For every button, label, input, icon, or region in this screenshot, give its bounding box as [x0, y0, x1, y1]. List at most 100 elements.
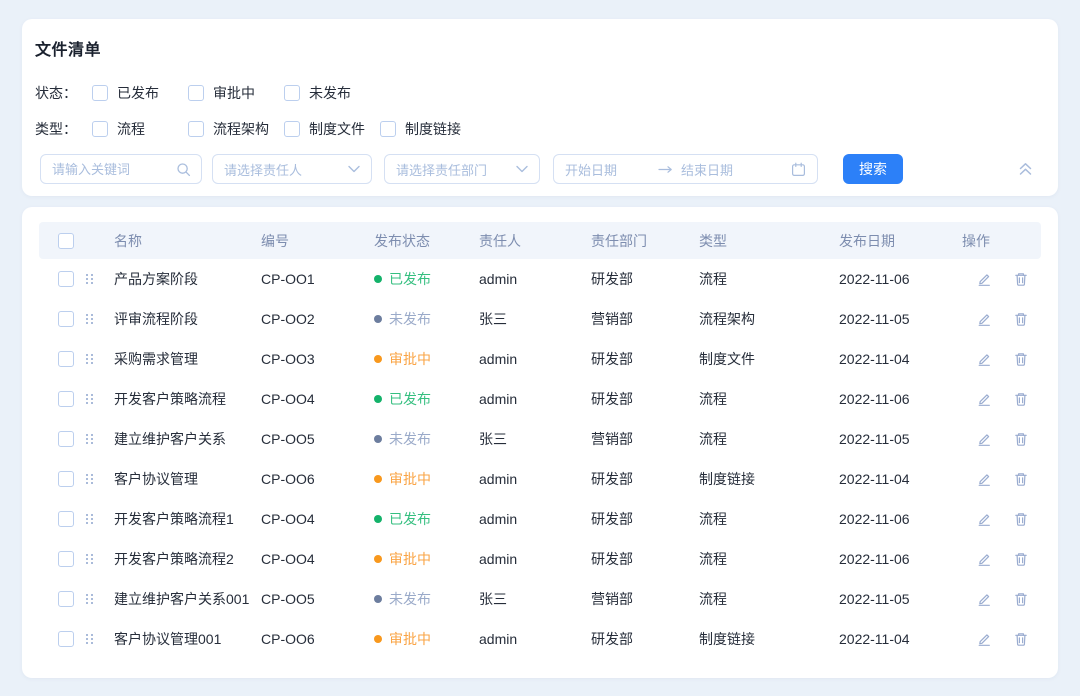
checkbox-label: 审批中: [213, 83, 255, 103]
trash-icon[interactable]: [1013, 311, 1029, 327]
cell-dept: 研发部: [591, 389, 699, 409]
trash-icon[interactable]: [1013, 551, 1029, 567]
chevron-down-icon: [348, 165, 360, 173]
cell-name: 客户协议管理: [114, 469, 261, 489]
status-checkbox-unpublished[interactable]: [284, 85, 300, 101]
row-checkbox[interactable]: [58, 591, 74, 607]
drag-handle-icon[interactable]: [86, 394, 94, 405]
cell-code: CP-OO1: [261, 271, 374, 287]
trash-icon[interactable]: [1013, 391, 1029, 407]
search-button[interactable]: 搜索: [843, 154, 903, 184]
dept-select-placeholder: 请选择责任部门: [396, 160, 487, 179]
row-checkbox[interactable]: [58, 631, 74, 647]
edit-icon[interactable]: [976, 431, 992, 447]
trash-icon[interactable]: [1013, 351, 1029, 367]
drag-handle-icon[interactable]: [86, 594, 94, 605]
cell-dept: 营销部: [591, 309, 699, 329]
cell-date: 2022-11-05: [839, 431, 962, 447]
checkbox-label: 已发布: [117, 83, 159, 103]
column-header-date: 发布日期: [839, 231, 962, 251]
drag-handle-icon[interactable]: [86, 474, 94, 485]
row-checkbox[interactable]: [58, 551, 74, 567]
type-checkbox-process-arch[interactable]: [188, 121, 204, 137]
search-icon: [176, 162, 191, 177]
type-option-policy-link[interactable]: 制度链接: [380, 119, 476, 139]
trash-icon[interactable]: [1013, 271, 1029, 287]
row-checkbox[interactable]: [58, 511, 74, 527]
drag-handle-icon[interactable]: [86, 314, 94, 325]
keyword-input[interactable]: [41, 162, 176, 177]
column-header-type: 类型: [699, 231, 839, 251]
table-row: 建立维护客户关系 CP-OO5 未发布 张三 营销部 流程 2022-11-05: [39, 419, 1041, 459]
status-badge: 未发布: [374, 429, 479, 449]
file-table-panel: 名称 编号 发布状态 责任人 责任部门 类型 发布日期 操作 产品方案阶段 CP…: [22, 207, 1058, 678]
row-checkbox[interactable]: [58, 431, 74, 447]
owner-select[interactable]: 请选择责任人: [212, 154, 372, 184]
collapse-icon[interactable]: [1018, 162, 1033, 176]
status-badge: 审批中: [374, 549, 479, 569]
cell-owner: 张三: [479, 589, 591, 609]
cell-owner: admin: [479, 391, 591, 407]
table-row: 产品方案阶段 CP-OO1 已发布 admin 研发部 流程 2022-11-0…: [39, 259, 1041, 299]
status-group-label: 状态：: [35, 83, 92, 103]
trash-icon[interactable]: [1013, 431, 1029, 447]
drag-handle-icon[interactable]: [86, 514, 94, 525]
edit-icon[interactable]: [976, 631, 992, 647]
trash-icon[interactable]: [1013, 591, 1029, 607]
type-checkbox-process[interactable]: [92, 121, 108, 137]
drag-handle-icon[interactable]: [86, 354, 94, 365]
column-header-owner: 责任人: [479, 231, 591, 251]
trash-icon[interactable]: [1013, 511, 1029, 527]
cell-name: 客户协议管理001: [114, 629, 261, 649]
status-dot: [374, 435, 382, 443]
drag-handle-icon[interactable]: [86, 634, 94, 645]
drag-handle-icon[interactable]: [86, 554, 94, 565]
cell-dept: 研发部: [591, 509, 699, 529]
edit-icon[interactable]: [976, 511, 992, 527]
type-option-process-arch[interactable]: 流程架构: [188, 119, 284, 139]
select-all-checkbox[interactable]: [58, 233, 74, 249]
date-range-picker[interactable]: 开始日期 结束日期: [553, 154, 818, 184]
row-checkbox[interactable]: [58, 351, 74, 367]
status-option-unpublished[interactable]: 未发布: [284, 83, 380, 103]
calendar-icon: [791, 162, 806, 177]
status-checkbox-approving[interactable]: [188, 85, 204, 101]
type-checkbox-policy-file[interactable]: [284, 121, 300, 137]
type-option-policy-file[interactable]: 制度文件: [284, 119, 380, 139]
checkbox-label: 流程架构: [213, 119, 269, 139]
type-checkbox-policy-link[interactable]: [380, 121, 396, 137]
cell-dept: 研发部: [591, 469, 699, 489]
cell-dept: 营销部: [591, 429, 699, 449]
type-option-process[interactable]: 流程: [92, 119, 188, 139]
status-option-approving[interactable]: 审批中: [188, 83, 284, 103]
status-dot: [374, 515, 382, 523]
status-badge: 审批中: [374, 349, 479, 369]
edit-icon[interactable]: [976, 591, 992, 607]
status-badge: 审批中: [374, 469, 479, 489]
dept-select[interactable]: 请选择责任部门: [384, 154, 540, 184]
cell-dept: 研发部: [591, 349, 699, 369]
cell-type: 流程: [699, 549, 839, 569]
edit-icon[interactable]: [976, 351, 992, 367]
status-option-published[interactable]: 已发布: [92, 83, 188, 103]
status-dot: [374, 275, 382, 283]
cell-name: 建立维护客户关系: [114, 429, 261, 449]
edit-icon[interactable]: [976, 271, 992, 287]
edit-icon[interactable]: [976, 471, 992, 487]
trash-icon[interactable]: [1013, 631, 1029, 647]
table-row: 开发客户策略流程2 CP-OO4 审批中 admin 研发部 流程 2022-1…: [39, 539, 1041, 579]
row-checkbox[interactable]: [58, 391, 74, 407]
edit-icon[interactable]: [976, 551, 992, 567]
row-checkbox[interactable]: [58, 471, 74, 487]
edit-icon[interactable]: [976, 311, 992, 327]
row-checkbox[interactable]: [58, 271, 74, 287]
status-checkbox-published[interactable]: [92, 85, 108, 101]
drag-handle-icon[interactable]: [86, 274, 94, 285]
cell-dept: 营销部: [591, 589, 699, 609]
row-checkbox[interactable]: [58, 311, 74, 327]
trash-icon[interactable]: [1013, 471, 1029, 487]
drag-handle-icon[interactable]: [86, 434, 94, 445]
type-filter-group: 类型： 流程 流程架构 制度文件 制度链接: [35, 121, 476, 137]
cell-type: 流程: [699, 269, 839, 289]
edit-icon[interactable]: [976, 391, 992, 407]
